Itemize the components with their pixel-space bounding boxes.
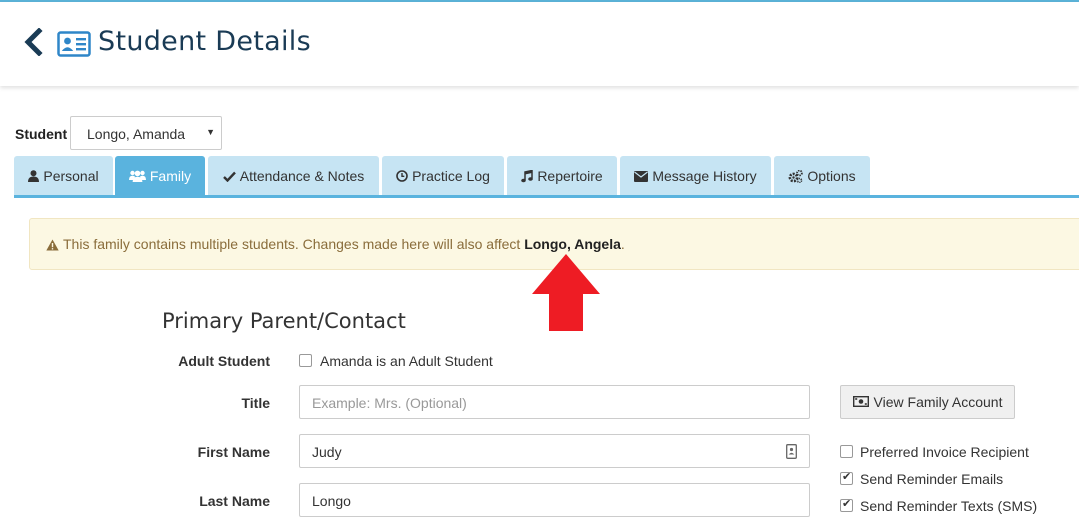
gears-icon	[788, 169, 804, 183]
adult-student-checkbox-label: Amanda is an Adult Student	[320, 353, 493, 369]
first-name-input[interactable]: Judy	[299, 434, 810, 468]
tab-underline	[14, 195, 1079, 198]
title-label: Title	[241, 395, 270, 411]
clock-icon	[396, 170, 408, 182]
last-name-label: Last Name	[199, 493, 270, 509]
tab-label: Repertoire	[537, 168, 603, 184]
last-name-input[interactable]: Longo	[299, 483, 810, 517]
page-title: Student Details	[98, 26, 311, 57]
section-title: Primary Parent/Contact	[162, 309, 406, 333]
reminder-emails-checkbox[interactable]	[840, 470, 853, 485]
caret-down-icon: ▼	[206, 127, 215, 137]
title-input-placeholder: Example: Mrs. (Optional)	[312, 395, 467, 411]
tab-label: Options	[807, 168, 856, 184]
money-bill-icon	[852, 394, 869, 410]
student-label: Student	[15, 126, 68, 142]
tab-options[interactable]: Options	[774, 156, 870, 196]
view-family-account-label: View Family Account	[873, 394, 1003, 410]
alert-affected-student: Longo, Angela	[524, 236, 621, 252]
users-icon	[128, 170, 146, 182]
first-name-value: Judy	[312, 444, 342, 460]
page-header: Student Details	[0, 2, 1079, 86]
envelope-icon	[634, 170, 649, 182]
tab-attendance-notes[interactable]: Attendance & Notes	[208, 156, 379, 196]
student-select-value: Longo, Amanda	[87, 126, 186, 142]
tab-family[interactable]: Family	[115, 156, 205, 196]
title-input[interactable]: Example: Mrs. (Optional)	[299, 385, 810, 419]
tab-message-history[interactable]: Message History	[620, 156, 771, 196]
preferred-invoice-checkbox[interactable]	[840, 445, 853, 458]
tab-repertoire[interactable]: Repertoire	[507, 156, 617, 196]
tab-label: Personal	[43, 168, 99, 184]
contact-card-icon[interactable]	[786, 444, 797, 462]
alert-text: This family contains multiple students. …	[63, 236, 525, 252]
adult-student-label: Adult Student	[178, 353, 270, 369]
warning-icon	[46, 238, 59, 254]
tab-practice-log[interactable]: Practice Log	[382, 156, 504, 196]
tab-label: Family	[149, 168, 192, 184]
student-select[interactable]: Longo, Amanda ▼	[70, 116, 222, 150]
tab-label: Practice Log	[412, 168, 490, 184]
music-icon	[521, 169, 534, 183]
preferred-invoice-label: Preferred Invoice Recipient	[860, 444, 1029, 460]
reminder-texts-label: Send Reminder Texts (SMS)	[860, 498, 1038, 514]
tab-label: Attendance & Notes	[239, 168, 365, 184]
alert-suffix: .	[620, 236, 625, 252]
adult-student-checkbox[interactable]	[299, 354, 312, 367]
check-icon	[222, 171, 236, 182]
view-family-account-button[interactable]: View Family Account	[840, 385, 1015, 419]
reminder-texts-checkbox[interactable]	[840, 497, 853, 512]
last-name-value: Longo	[312, 493, 351, 509]
tab-label: Message History	[652, 168, 757, 184]
back-chevron-icon[interactable]	[22, 28, 44, 56]
student-card-icon	[57, 31, 91, 57]
tab-personal[interactable]: Personal	[14, 156, 113, 196]
reminder-emails-label: Send Reminder Emails	[860, 471, 1004, 487]
red-arrow-annotation	[532, 254, 600, 331]
first-name-label: First Name	[197, 444, 270, 460]
user-icon	[28, 170, 40, 182]
